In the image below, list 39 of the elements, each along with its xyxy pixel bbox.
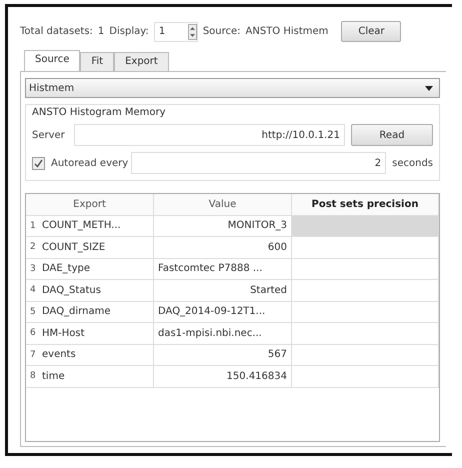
table-cell: 5 DAQ_dirname [26,302,154,323]
source-label: Source: [202,26,241,37]
autoread-field[interactable]: 2 [131,152,386,174]
dropdown-arrow-icon [425,86,433,90]
total-label: Total datasets: [20,26,93,37]
table-cell: 567 [154,344,292,366]
source-dropdown[interactable]: Histmem [25,78,440,98]
table-cell: 4 DAQ_Status [26,280,154,302]
table-cell: 7 events [26,344,154,366]
column-header[interactable]: Value [154,194,292,216]
table-cell: Started [154,280,292,302]
column-header[interactable]: Post sets precision [292,194,439,216]
display-label: Display: [109,26,149,37]
total-value: 1 [98,26,104,37]
read-button[interactable]: Read [351,124,433,146]
group-title: ANSTO Histogram Memory [32,106,167,118]
tab[interactable]: Export [114,52,169,72]
table-cell: 2 COUNT_SIZE [26,237,154,258]
table-cell: 1 COUNT_METH... [26,216,154,237]
spin-arrows-icon [188,24,197,40]
source-value: ANSTO Histmem [246,26,328,37]
display-spinbox[interactable]: 1 [154,22,198,42]
column-header[interactable]: Export [26,194,154,216]
table-cell: 150.416834 [154,366,292,388]
seconds-label: seconds [392,158,433,168]
table-cell: 3 DAE_type [26,258,154,280]
server-field[interactable]: http://10.0.1.21 [74,124,345,146]
autoread-checkbox[interactable] [32,156,45,170]
tab[interactable]: Source [24,50,80,72]
table-cell: das1-mpisi.nbi.nec... [154,323,292,344]
table-cell: 6 HM-Host [26,323,154,344]
server-label: Server [32,130,66,140]
clear-button[interactable]: Clear [341,21,402,42]
table-cell: Fastcomtec P7888 ... [154,258,292,280]
table-cell: 8 time [26,366,154,388]
table-cell: 600 [154,237,292,258]
tab[interactable]: Fit [80,52,114,72]
table-cell: MONITOR_3 [154,216,292,237]
table-cell: DAQ_2014-09-12T1... [154,302,292,323]
